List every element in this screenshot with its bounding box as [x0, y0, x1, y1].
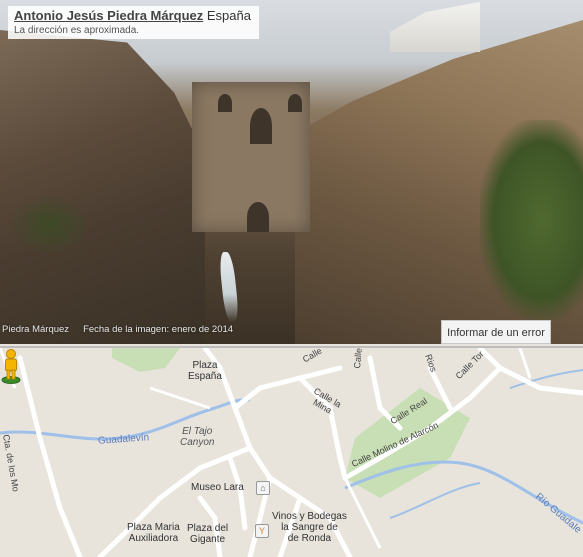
- vegetation: [10, 195, 90, 255]
- label-line: Gigante: [190, 534, 226, 545]
- label-line: Plaza Maria: [127, 522, 180, 533]
- address-note: La dirección es aproximada.: [14, 25, 140, 36]
- river: [389, 482, 481, 519]
- author-link[interactable]: Antonio Jesús Piedra Márquez: [14, 8, 203, 23]
- label-line: Plaza: [192, 360, 218, 371]
- map-panel[interactable]: Plaza España Calle Calle San Rios Calle …: [0, 346, 583, 557]
- bridge-arch: [247, 202, 269, 232]
- report-error-button[interactable]: Informar de un error: [441, 320, 551, 344]
- location-title: Antonio Jesús Piedra Márquez España: [14, 8, 251, 23]
- bridge-arch: [218, 94, 232, 112]
- plaza-gigante-label: Plaza del Gigante: [187, 523, 228, 545]
- label-line: la Sangre de: [281, 522, 338, 533]
- plaza-espana-label: Plaza España: [188, 360, 222, 382]
- wine-glass-icon[interactable]: Y: [255, 524, 269, 538]
- bridge-arch: [288, 94, 302, 112]
- museo-lara-label: Museo Lara: [191, 482, 244, 493]
- plaza-maria-label: Plaza Maria Auxiliadora: [127, 522, 180, 544]
- country-label: España: [206, 8, 251, 23]
- location-info-box: Antonio Jesús Piedra Márquez España La d…: [8, 6, 259, 39]
- label-line: Vinos y Bodegas: [272, 511, 347, 522]
- label-line: de Ronda: [287, 533, 332, 544]
- photo-credit: Piedra Márquez: [2, 324, 70, 335]
- buildings: [390, 2, 480, 52]
- label-line: Canyon: [180, 437, 215, 448]
- label-line: Auxiliadora: [128, 533, 179, 544]
- bridge-arch: [250, 108, 272, 144]
- label-line: El Tajo: [182, 426, 213, 437]
- pegman-icon[interactable]: [0, 348, 22, 384]
- el-tajo-label: El Tajo Canyon: [180, 426, 214, 448]
- waterfall: [218, 252, 240, 322]
- label-line: Plaza del: [187, 523, 229, 534]
- label-line: España: [188, 371, 222, 382]
- image-attribution: Piedra Márquez Fecha de la imagen: enero …: [2, 324, 233, 335]
- vegetation: [480, 120, 583, 320]
- puente-nuevo-bridge: [192, 82, 310, 232]
- left-cliff: [0, 30, 205, 344]
- street-view-panel[interactable]: Antonio Jesús Piedra Márquez España La d…: [0, 0, 583, 344]
- museum-icon[interactable]: ⌂: [256, 481, 270, 495]
- park-area: [112, 348, 180, 372]
- vinos-label: Vinos y Bodegas la Sangre de de Ronda: [272, 511, 347, 544]
- image-date: Fecha de la imagen: enero de 2014: [83, 324, 234, 335]
